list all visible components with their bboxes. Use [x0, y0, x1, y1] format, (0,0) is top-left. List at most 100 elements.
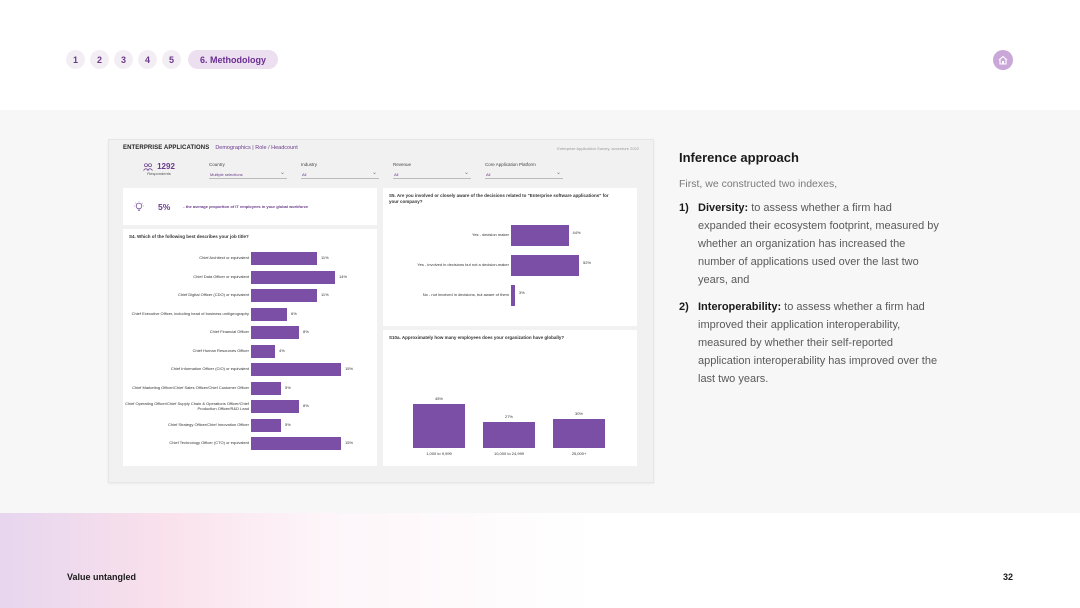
bar [251, 437, 341, 450]
bar-label: Chief Human Resources Officer [192, 347, 249, 353]
filter-revenue[interactable]: Revenue All [393, 162, 471, 179]
bar-label: Chief Information Officer (CIO) or equiv… [170, 366, 249, 372]
dashboard-screenshot: ENTERPRISE APPLICATIONS Demographics | Ro… [108, 139, 654, 483]
filter-label: Core Application Platform [485, 162, 536, 167]
bar-value-label: 45% [434, 396, 443, 401]
filter-bar: 1292 Respondents Country Multiple select… [123, 162, 563, 179]
filter-label: Industry [301, 162, 318, 167]
nav-item-4[interactable]: 4 [138, 50, 157, 69]
respondents-label: Respondents [147, 171, 171, 176]
people-icon [143, 162, 153, 171]
list-text: to assess whether a firm had improved th… [698, 301, 938, 385]
kpi-value: 5% [158, 201, 171, 212]
bar-value-label: 8% [303, 329, 309, 334]
bar-row: Yes - involved in decisions but not a de… [383, 254, 637, 276]
filter-dropdown[interactable]: All [301, 169, 379, 179]
bar [511, 285, 515, 306]
bar-value-label: 30% [574, 410, 583, 416]
section-nav: 1 2 3 4 5 6. Methodology [66, 50, 278, 69]
list-item: 2) Interoperability: to assess whether a … [679, 298, 939, 388]
nav-item-5[interactable]: 5 [162, 50, 181, 69]
dashboard-header: ENTERPRISE APPLICATIONS Demographics | Ro… [123, 145, 298, 151]
home-icon [998, 55, 1008, 65]
bar-value-label: 4% [279, 347, 285, 353]
bar-value-label: 52% [583, 260, 592, 265]
list-term: Interoperability: [698, 301, 782, 313]
footer-gradient [0, 513, 1080, 608]
intro-text: First, we constructed two indexes, [679, 178, 838, 190]
nav-item-2[interactable]: 2 [90, 50, 109, 69]
bar-label: Chief Data Officer or equivalent [193, 273, 249, 279]
bar-label: Chief Marketing Officer/Chief Sales Offi… [132, 384, 249, 390]
footer-brand: Value untangled [67, 572, 137, 582]
bar-row: Chief Architect or equivalent 11% [123, 251, 377, 266]
bar-label: Chief Financial Officer [209, 329, 249, 335]
filter-industry[interactable]: Industry All [301, 162, 379, 179]
bar [251, 344, 275, 358]
nav-item-methodology[interactable]: 6. Methodology [188, 50, 278, 69]
bar [251, 252, 317, 265]
bar [553, 418, 605, 448]
bar-category-label: 25,000+ [571, 451, 587, 456]
bar [251, 270, 335, 284]
bar-row: No - not involved in decisions, but awar… [383, 284, 637, 306]
bar-value-label: 6% [291, 310, 297, 316]
bar [483, 421, 535, 448]
list-number: 2) [679, 301, 689, 313]
list-text: to assess whether a firm had expanded th… [698, 202, 939, 286]
bar-label: Chief Operating Officer/Chief Supply Cha… [125, 400, 249, 411]
filter-label: Country [209, 162, 225, 167]
filter-dropdown[interactable]: Multiple selections [209, 169, 287, 179]
bar-row: Chief Human Resources Officer 4% [123, 344, 377, 359]
bar [251, 400, 299, 413]
bar-row: Chief Financial Officer 8% [123, 325, 377, 340]
dashboard-tag: Enterprise Application Survey, accenture… [557, 146, 639, 151]
home-button[interactable] [993, 50, 1013, 70]
bar-label: Yes - involved in decisions but not a de… [417, 261, 509, 267]
nav-item-1[interactable]: 1 [66, 50, 85, 69]
bar [251, 381, 281, 395]
bar [251, 363, 341, 376]
filter-country[interactable]: Country Multiple selections [209, 162, 287, 179]
chart-title: S4. Which of the following best describe… [129, 234, 249, 239]
bar-value-label: 14% [339, 273, 348, 279]
bar-category-label: 10,000 to 24,999 [493, 451, 525, 456]
decision-chart-panel: S5. Are you involved or closely aware of… [383, 188, 637, 326]
bar [413, 404, 465, 448]
respondents: 1292 Respondents [123, 162, 195, 176]
bar [251, 418, 281, 432]
bar-label: Yes - decision maker [472, 231, 509, 237]
bar-row: Chief Information Officer (CIO) or equiv… [123, 362, 377, 377]
bar-value-label: 11% [321, 255, 329, 260]
bar-value-label: 15% [345, 366, 354, 371]
bar-row: Chief Data Officer or equivalent 14% [123, 270, 377, 285]
bar-value-label: 27% [504, 413, 513, 419]
bar-label: Chief Strategy Officer/Chief Innovation … [167, 421, 249, 427]
bar [251, 326, 299, 339]
kpi-text: - the average proportion of IT employees… [183, 204, 309, 209]
filter-dropdown[interactable]: All [393, 169, 471, 179]
bar-category-label: 1,000 to 9,999 [426, 451, 452, 456]
bar-row: Yes - decision maker 44% [383, 224, 637, 246]
nav-item-3[interactable]: 3 [114, 50, 133, 69]
bar-value-label: 44% [572, 230, 581, 235]
list-number: 1) [679, 202, 689, 214]
chart-title: S10a. Approximately how many employees d… [389, 335, 565, 340]
dashboard-title: ENTERPRISE APPLICATIONS [123, 145, 210, 151]
bar-label: Chief Architect or equivalent [199, 255, 249, 261]
bar [251, 307, 287, 321]
respondents-count: 1292 [157, 162, 175, 171]
lightbulb-icon [134, 201, 144, 211]
filter-dropdown[interactable]: All [485, 169, 563, 179]
bar-label: Chief Digital Officer (CDO) or equivalen… [177, 292, 249, 298]
bar-label: Chief Executive Officer, including head … [131, 310, 249, 316]
bar-row: Chief Operating Officer/Chief Supply Cha… [123, 399, 377, 414]
bar-label: Chief Technology Officer (CTO) or equiva… [169, 440, 249, 446]
bar-value-label: 11% [321, 292, 329, 297]
bar-label: No - not involved in decisions, but awar… [422, 291, 509, 297]
dashboard-crumbs: Demographics | Role / Headcount [215, 145, 298, 151]
filter-platform[interactable]: Core Application Platform All [485, 162, 563, 179]
bar-row: Chief Technology Officer (CTO) or equiva… [123, 436, 377, 451]
employee-count-chart-panel: S10a. Approximately how many employees d… [383, 330, 637, 466]
list-item: 1) Diversity: to assess whether a firm ha… [679, 199, 939, 289]
